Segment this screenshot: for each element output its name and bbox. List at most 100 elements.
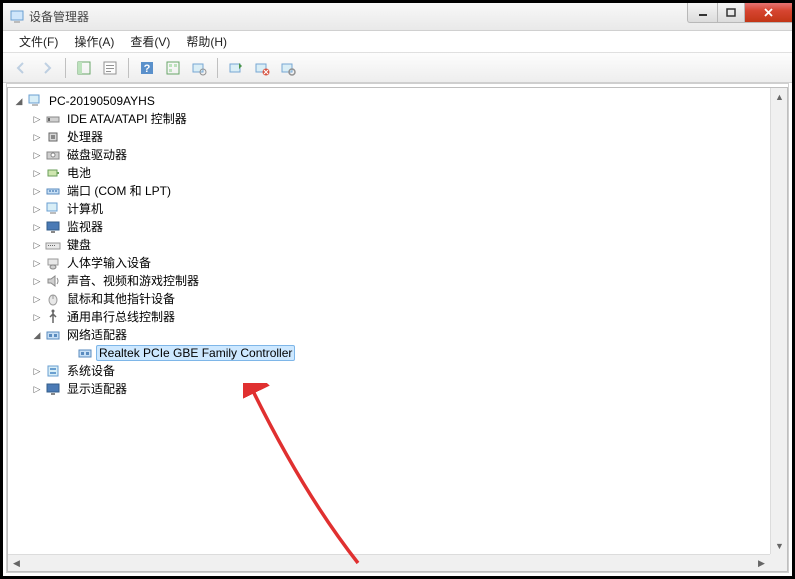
show-hide-tree-button[interactable] <box>72 56 96 80</box>
tree-device[interactable]: Realtek PCIe GBE Family Controller <box>10 344 785 362</box>
toolbar-separator <box>128 58 129 78</box>
expand-icon[interactable]: ▷ <box>30 382 44 396</box>
usb-icon <box>45 309 61 325</box>
expand-icon[interactable]: ▷ <box>30 256 44 270</box>
tree-root[interactable]: ◢ PC-20190509AYHS <box>10 92 785 110</box>
menu-file[interactable]: 文件(F) <box>11 30 66 53</box>
tree-node-label: IDE ATA/ATAPI 控制器 <box>64 111 190 127</box>
tree-node-label: 鼠标和其他指针设备 <box>64 291 178 307</box>
titlebar: 设备管理器 <box>3 3 792 31</box>
menu-action[interactable]: 操作(A) <box>66 30 122 53</box>
toolbar-separator <box>217 58 218 78</box>
tree-node-label: 端口 (COM 和 LPT) <box>64 183 174 199</box>
tree-category[interactable]: ▷ 鼠标和其他指针设备 <box>10 290 785 308</box>
tree-node-label: Realtek PCIe GBE Family Controller <box>96 345 295 361</box>
tree-category[interactable]: ▷ 端口 (COM 和 LPT) <box>10 182 785 200</box>
device-tree[interactable]: ◢PC-20190509AYHS▷IDE ATA/ATAPI 控制器▷处理器▷磁… <box>8 88 787 402</box>
scroll-right-button[interactable]: ▶ <box>753 555 770 572</box>
tree-node-label: 人体学输入设备 <box>64 255 154 271</box>
tree-category[interactable]: ▷ 处理器 <box>10 128 785 146</box>
tree-node-label: 显示适配器 <box>64 381 130 397</box>
expand-icon[interactable]: ▷ <box>30 112 44 126</box>
back-button[interactable] <box>9 56 33 80</box>
tree-category[interactable]: ▷ 声音、视频和游戏控制器 <box>10 272 785 290</box>
app-icon <box>9 9 25 25</box>
properties-button[interactable] <box>98 56 122 80</box>
window-controls <box>687 3 792 23</box>
expand-icon[interactable]: ▷ <box>30 202 44 216</box>
ide-icon <box>45 111 61 127</box>
display-icon <box>45 381 61 397</box>
tree-category[interactable]: ▷ 人体学输入设备 <box>10 254 785 272</box>
mouse-icon <box>45 291 61 307</box>
maximize-button[interactable] <box>717 3 744 23</box>
monitor-icon <box>45 219 61 235</box>
menu-view[interactable]: 查看(V) <box>122 30 178 53</box>
tree-node-label: 网络适配器 <box>64 327 130 343</box>
expand-icon[interactable]: ▷ <box>30 364 44 378</box>
collapse-icon[interactable]: ◢ <box>30 328 44 342</box>
tree-node-label: 键盘 <box>64 237 94 253</box>
scroll-up-button[interactable]: ▲ <box>771 88 788 105</box>
disable-button[interactable] <box>276 56 300 80</box>
computer-icon <box>45 201 61 217</box>
scroll-down-button[interactable]: ▼ <box>771 537 788 554</box>
expand-icon[interactable]: ▷ <box>30 166 44 180</box>
minimize-button[interactable] <box>687 3 717 23</box>
tree-node-label: 电池 <box>64 165 94 181</box>
expand-icon[interactable]: ▷ <box>30 130 44 144</box>
tree-panel: ◢PC-20190509AYHS▷IDE ATA/ATAPI 控制器▷处理器▷磁… <box>7 87 788 572</box>
tree-node-label: 系统设备 <box>64 363 118 379</box>
close-button[interactable] <box>744 3 792 23</box>
expand-icon[interactable]: ▷ <box>30 238 44 252</box>
uninstall-button[interactable] <box>250 56 274 80</box>
port-icon <box>45 183 61 199</box>
cpu-icon <box>45 129 61 145</box>
nic-icon <box>77 345 93 361</box>
help-button[interactable]: ? <box>135 56 159 80</box>
pc-icon <box>27 93 43 109</box>
expand-icon[interactable]: ▷ <box>30 148 44 162</box>
tree-node-label: 通用串行总线控制器 <box>64 309 178 325</box>
tree-category[interactable]: ▷ 磁盘驱动器 <box>10 146 785 164</box>
tree-node-label: 处理器 <box>64 129 106 145</box>
keyboard-icon <box>45 237 61 253</box>
expand-icon[interactable]: ▷ <box>30 292 44 306</box>
tree-node-label: 监视器 <box>64 219 106 235</box>
expand-icon[interactable]: ▷ <box>30 274 44 288</box>
tree-category[interactable]: ▷ 计算机 <box>10 200 785 218</box>
menubar: 文件(F) 操作(A) 查看(V) 帮助(H) <box>3 31 792 53</box>
expand-icon[interactable]: ▷ <box>30 184 44 198</box>
scroll-corner <box>770 554 787 571</box>
update-driver-button[interactable] <box>224 56 248 80</box>
tree-category[interactable]: ▷ 电池 <box>10 164 785 182</box>
tree-node-label: 磁盘驱动器 <box>64 147 130 163</box>
system-icon <box>45 363 61 379</box>
scrollbar-vertical[interactable]: ▲ ▼ <box>770 88 787 554</box>
tree-category[interactable]: ◢ 网络适配器 <box>10 326 785 344</box>
toolbar-separator <box>65 58 66 78</box>
tree-node-label: PC-20190509AYHS <box>46 93 158 109</box>
tree-node-label: 声音、视频和游戏控制器 <box>64 273 202 289</box>
tree-category[interactable]: ▷ 监视器 <box>10 218 785 236</box>
tree-category[interactable]: ▷ 系统设备 <box>10 362 785 380</box>
tree-category[interactable]: ▷ 显示适配器 <box>10 380 785 398</box>
view-button[interactable] <box>161 56 185 80</box>
scan-button[interactable] <box>187 56 211 80</box>
sound-icon <box>45 273 61 289</box>
expand-icon[interactable]: ▷ <box>30 310 44 324</box>
tree-category[interactable]: ▷ 键盘 <box>10 236 785 254</box>
disk-icon <box>45 147 61 163</box>
battery-icon <box>45 165 61 181</box>
menu-help[interactable]: 帮助(H) <box>178 30 235 53</box>
tree-category[interactable]: ▷ 通用串行总线控制器 <box>10 308 785 326</box>
collapse-icon[interactable]: ◢ <box>12 94 26 108</box>
tree-category[interactable]: ▷ IDE ATA/ATAPI 控制器 <box>10 110 785 128</box>
scroll-left-button[interactable]: ◀ <box>8 555 25 572</box>
network-icon <box>45 327 61 343</box>
toolbar: ? <box>3 53 792 83</box>
tree-node-label: 计算机 <box>64 201 106 217</box>
scrollbar-horizontal[interactable]: ◀ ▶ <box>8 554 770 571</box>
forward-button[interactable] <box>35 56 59 80</box>
expand-icon[interactable]: ▷ <box>30 220 44 234</box>
